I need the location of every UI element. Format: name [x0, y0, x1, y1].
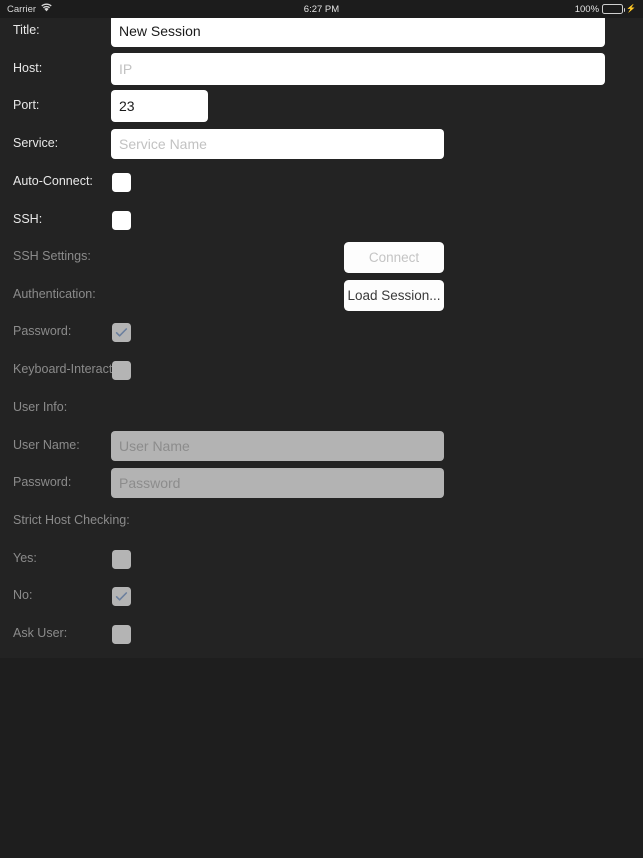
field-label-host: Host: — [13, 61, 43, 75]
field-label-password: Password: — [13, 475, 72, 489]
checkbox-yes — [112, 550, 131, 569]
checkbox-auto-connect[interactable] — [112, 173, 131, 192]
lightning-bolt-icon: ⚡ — [626, 4, 636, 13]
field-label-yes: Yes: — [13, 551, 37, 565]
page-background-filler — [0, 658, 643, 858]
status-bar-right: 100% ⚡ — [575, 4, 636, 15]
session-settings-form: Title: Host: Port: Service: Auto-Connect: SSH… — [0, 18, 643, 658]
field-label-no: No: — [13, 588, 33, 602]
checkbox-keyboard-interactive — [112, 361, 131, 380]
field-label-service: Service: — [13, 136, 59, 150]
battery-full-icon — [602, 4, 626, 14]
field-label-ssh: SSH: — [13, 212, 43, 226]
status-bar: Carrier 6:27 PM 100% ⚡ — [0, 0, 643, 18]
checkbox-ask-user — [112, 625, 131, 644]
button-load-session[interactable]: Load Session... — [344, 279, 444, 311]
wifi-icon — [41, 3, 52, 15]
field-label-user-name: User Name: — [13, 438, 80, 452]
checkbox-password — [112, 323, 131, 342]
carrier-label: Carrier — [7, 3, 37, 15]
field-label-user-info: User Info: — [13, 400, 68, 414]
input-title[interactable] — [111, 18, 605, 47]
input-service[interactable] — [111, 129, 444, 159]
field-label-ask-user: Ask User: — [13, 626, 68, 640]
status-bar-left: Carrier — [7, 3, 52, 15]
input-password — [111, 468, 444, 498]
checkbox-no — [112, 587, 131, 606]
field-label-strict-host-checking: Strict Host Checking: — [13, 513, 130, 527]
button-connect: Connect — [344, 241, 444, 273]
field-label-title: Title: — [13, 23, 40, 37]
input-port[interactable] — [111, 90, 208, 122]
field-label-ssh-settings: SSH Settings: — [13, 249, 91, 263]
checkbox-ssh[interactable] — [112, 211, 131, 230]
status-bar-time: 6:27 PM — [303, 3, 340, 15]
battery-percent-label: 100% — [574, 3, 600, 15]
input-host[interactable] — [111, 53, 605, 85]
field-label-authentication: Authentication: — [13, 287, 96, 301]
input-user-name — [111, 431, 444, 461]
field-label-password: Password: — [13, 324, 72, 338]
field-label-auto-connect: Auto-Connect: — [13, 174, 93, 188]
field-label-port: Port: — [13, 98, 40, 112]
